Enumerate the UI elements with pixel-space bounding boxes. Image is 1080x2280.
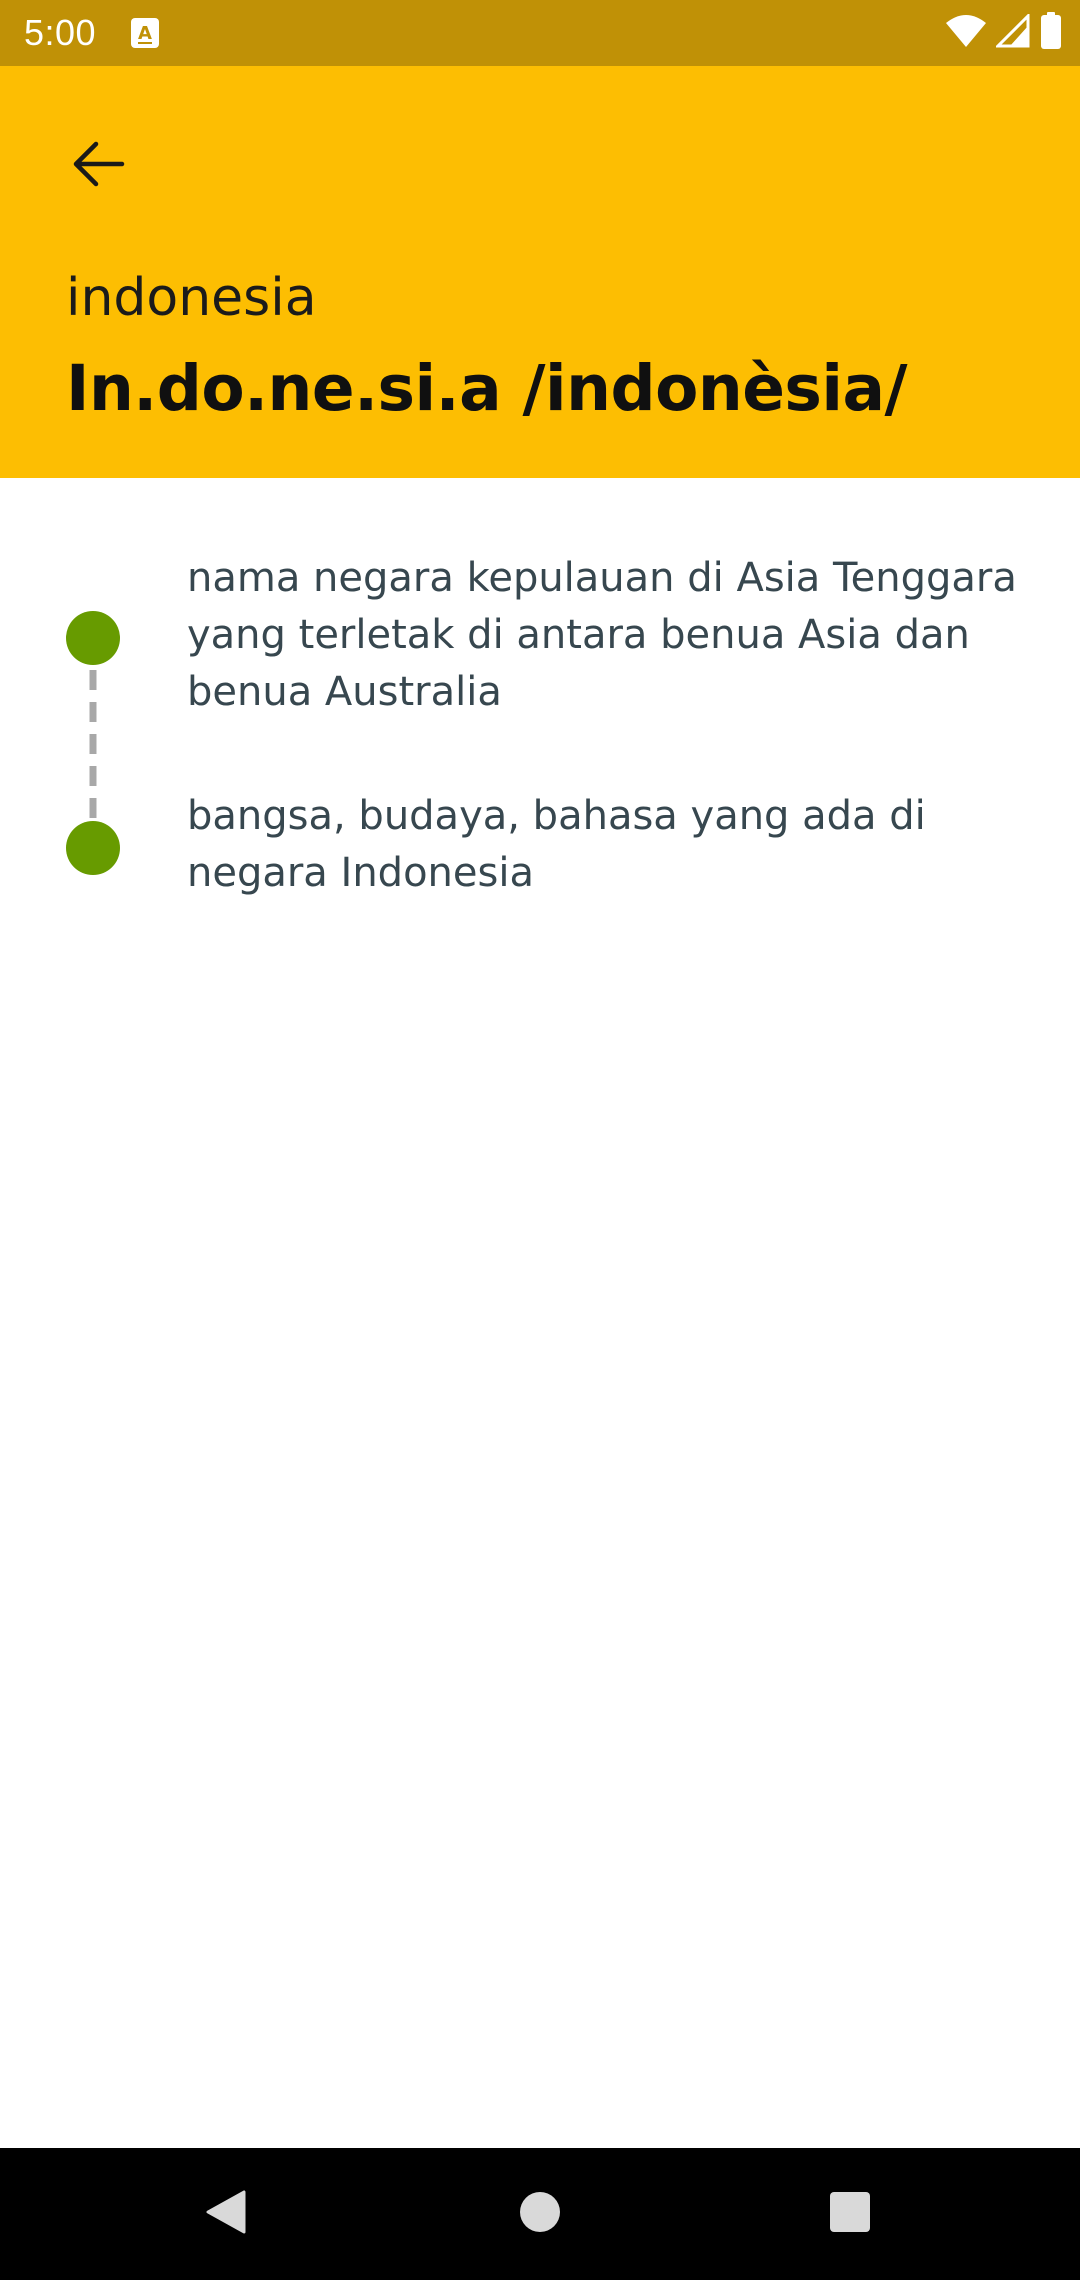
arrow-left-icon xyxy=(70,136,126,196)
nav-recents-button[interactable] xyxy=(780,2148,920,2280)
status-icons xyxy=(946,12,1062,54)
home-circle-icon xyxy=(518,2190,562,2238)
definition-item: nama negara kepulauan di Asia Tenggara y… xyxy=(187,555,1017,715)
svg-text:A: A xyxy=(138,23,152,44)
status-time: 5:00 xyxy=(24,12,97,53)
nav-back-button[interactable] xyxy=(156,2148,296,2280)
recents-square-icon xyxy=(828,2190,872,2238)
notification-a-icon: A xyxy=(130,17,160,49)
status-bar: 5:00 A xyxy=(0,0,1080,66)
timeline-dot xyxy=(66,611,120,665)
timeline-dot xyxy=(66,821,120,875)
battery-icon xyxy=(1040,12,1062,54)
definition-item: bangsa, budaya, bahasa yang ada di negar… xyxy=(187,793,926,896)
syllable-pronunciation: In.do.ne.si.a /indonèsia/ xyxy=(66,352,908,425)
back-triangle-icon xyxy=(204,2188,248,2240)
definition-timeline xyxy=(66,611,120,875)
headword: indonesia xyxy=(66,268,317,328)
navigation-bar xyxy=(0,2148,1080,2280)
back-button[interactable] xyxy=(58,126,138,206)
word-header: indonesia In.do.ne.si.a /indonèsia/ xyxy=(0,66,1080,478)
signal-icon xyxy=(994,12,1030,52)
wifi-icon xyxy=(946,14,986,52)
nav-home-button[interactable] xyxy=(470,2148,610,2280)
